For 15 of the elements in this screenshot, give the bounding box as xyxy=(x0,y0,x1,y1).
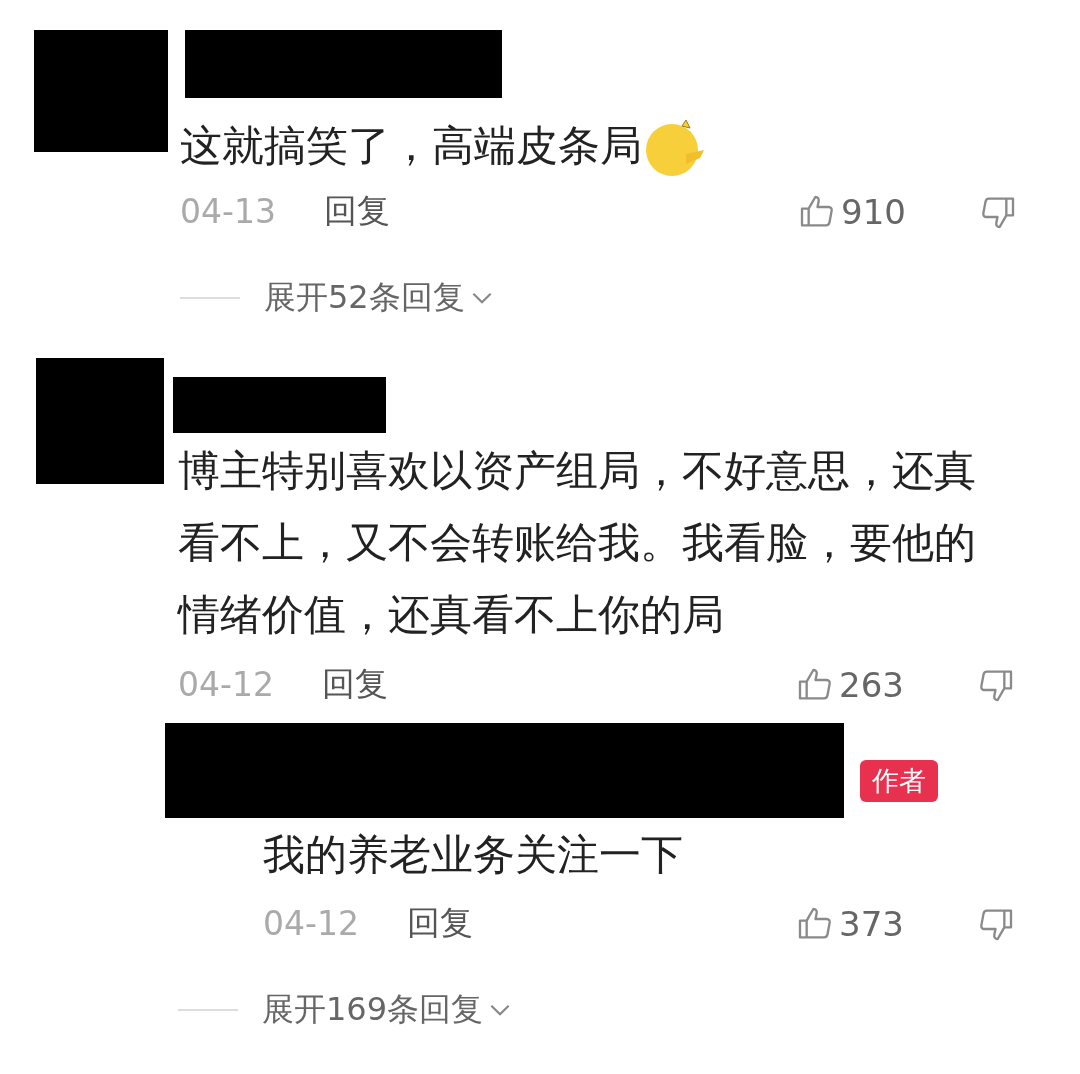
comment-text: 这就搞笑了，高端皮条局 xyxy=(180,118,990,178)
like-button[interactable]: 263 xyxy=(795,664,904,705)
comment-date: 04-13 xyxy=(180,192,276,231)
like-button[interactable]: 910 xyxy=(797,191,906,232)
reply-button[interactable]: 回复 xyxy=(321,662,388,707)
comment-text: 博主特别喜欢以资产组局，不好意思，还真看不上，又不会转账给我。我看脸，要他的情绪价值，还真看不上你的局 xyxy=(178,444,977,641)
reply-button[interactable]: 回复 xyxy=(406,901,473,946)
author-badge: 作者 xyxy=(860,759,938,802)
expand-replies-button[interactable]: 展开52条回复 xyxy=(264,275,495,320)
comment-date: 04-12 xyxy=(178,665,274,704)
comment-date: 04-12 xyxy=(263,904,359,943)
reply-text: 我的养老业务关注一下 xyxy=(263,828,684,881)
like-button[interactable]: 373 xyxy=(795,903,904,944)
expand-replies-button[interactable]: 展开169条回复 xyxy=(262,987,514,1032)
reply-button[interactable]: 回复 xyxy=(323,189,390,234)
